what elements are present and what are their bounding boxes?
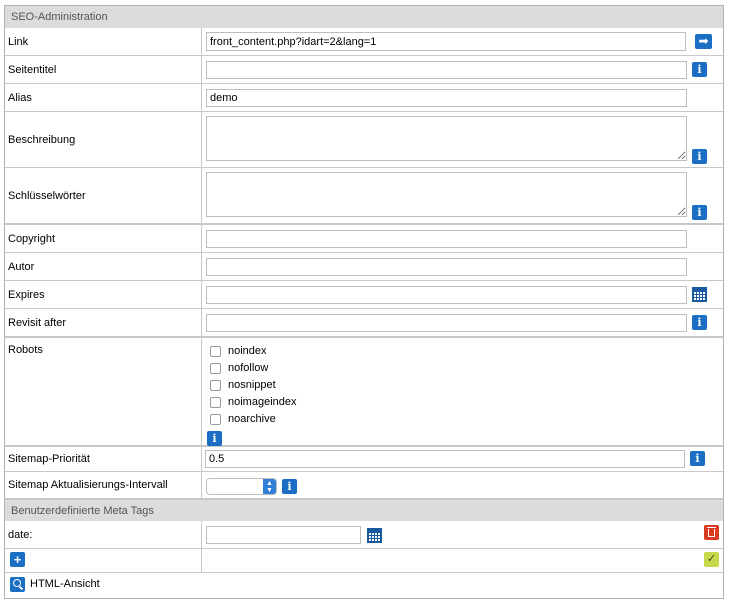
custom-meta-row: date: [5, 521, 723, 549]
custom-meta-label: date: [8, 528, 33, 541]
expires-row: Expires [5, 281, 723, 309]
go-link-button[interactable]: ➡ [695, 34, 712, 49]
link-field[interactable] [206, 32, 686, 51]
meta-header: Benutzerdefinierte Meta Tags [5, 500, 723, 521]
title-field[interactable] [206, 61, 687, 79]
arrow-right-icon: ➡ [698, 34, 709, 48]
sitemap-priority-field[interactable] [205, 450, 685, 468]
author-field[interactable] [206, 258, 687, 276]
keywords-field[interactable] [206, 172, 687, 217]
magnifier-icon[interactable] [10, 577, 25, 592]
sitemap-interval-label: Sitemap Aktualisierungs-Intervall [8, 479, 168, 491]
meta-actions-row: + ✓ [5, 549, 723, 573]
alias-field[interactable] [206, 89, 687, 107]
sitemap-priority-info-icon[interactable]: i [690, 451, 705, 466]
description-info-icon[interactable]: i [692, 149, 707, 164]
revisit-field[interactable] [206, 314, 687, 332]
title-info-icon[interactable]: i [692, 62, 707, 77]
robots-noarchive-checkbox[interactable] [210, 414, 221, 425]
keywords-row: Schlüsselwörter i [5, 168, 723, 225]
copyright-field[interactable] [206, 230, 687, 248]
seo-panel: SEO-Administration Link ➡ Seitentitel i … [4, 5, 724, 599]
robots-label: Robots [8, 344, 43, 356]
robots-noarchive-label: noarchive [228, 413, 276, 425]
alias-label: Alias [8, 91, 32, 104]
html-view-row: HTML-Ansicht [5, 573, 723, 598]
robots-nosnippet-label: nosnippet [228, 379, 276, 391]
custom-meta-field[interactable] [206, 526, 361, 544]
sitemap-priority-row: Sitemap-Priorität i [5, 447, 723, 472]
sitemap-interval-info-icon[interactable]: i [282, 479, 297, 494]
html-view-link[interactable]: HTML-Ansicht [30, 578, 100, 590]
robots-nofollow-label: nofollow [228, 362, 269, 374]
title-label: Seitentitel [8, 63, 57, 76]
robots-noindex-checkbox[interactable] [210, 346, 221, 357]
keywords-label: Schlüsselwörter [8, 189, 86, 202]
sitemap-priority-label: Sitemap-Priorität [8, 453, 90, 465]
seo-header-title: SEO-Administration [11, 11, 108, 23]
robots-noimageindex-label: noimageindex [228, 396, 297, 408]
link-row: Link ➡ [5, 28, 723, 56]
delete-icon[interactable] [704, 525, 719, 540]
robots-row: Robots noindex nofollow nosnippet noimag… [5, 338, 723, 447]
title-row: Seitentitel i [5, 56, 723, 84]
robots-nofollow-checkbox[interactable] [210, 363, 221, 374]
sitemap-interval-row: Sitemap Aktualisierungs-Intervall ▲ ▼ i [5, 472, 723, 500]
seo-header: SEO-Administration [5, 6, 723, 28]
copyright-row: Copyright [5, 225, 723, 253]
author-row: Autor [5, 253, 723, 281]
description-field[interactable] [206, 116, 687, 161]
revisit-row: Revisit after i [5, 309, 723, 338]
author-label: Autor [8, 260, 35, 273]
sitemap-interval-select[interactable]: ▲ ▼ [206, 478, 277, 495]
alias-row: Alias [5, 84, 723, 112]
calendar-icon[interactable] [692, 287, 707, 302]
revisit-label: Revisit after [8, 316, 67, 329]
robots-noimageindex-checkbox[interactable] [210, 397, 221, 408]
calendar-icon[interactable] [367, 528, 382, 543]
add-meta-button[interactable]: + [10, 552, 25, 567]
robots-info-icon[interactable]: i [207, 431, 222, 446]
meta-header-title: Benutzerdefinierte Meta Tags [11, 504, 154, 517]
confirm-meta-button[interactable]: ✓ [704, 552, 719, 567]
description-row: Beschreibung i [5, 112, 723, 168]
robots-nosnippet-checkbox[interactable] [210, 380, 221, 391]
expires-field[interactable] [206, 286, 687, 304]
link-label: Link [8, 35, 29, 48]
chevron-updown-icon: ▲ ▼ [263, 479, 276, 494]
revisit-info-icon[interactable]: i [692, 315, 707, 330]
robots-noindex-label: noindex [228, 345, 267, 357]
keywords-info-icon[interactable]: i [692, 205, 707, 220]
description-label: Beschreibung [8, 133, 76, 146]
copyright-label: Copyright [8, 232, 56, 245]
expires-label: Expires [8, 288, 45, 301]
